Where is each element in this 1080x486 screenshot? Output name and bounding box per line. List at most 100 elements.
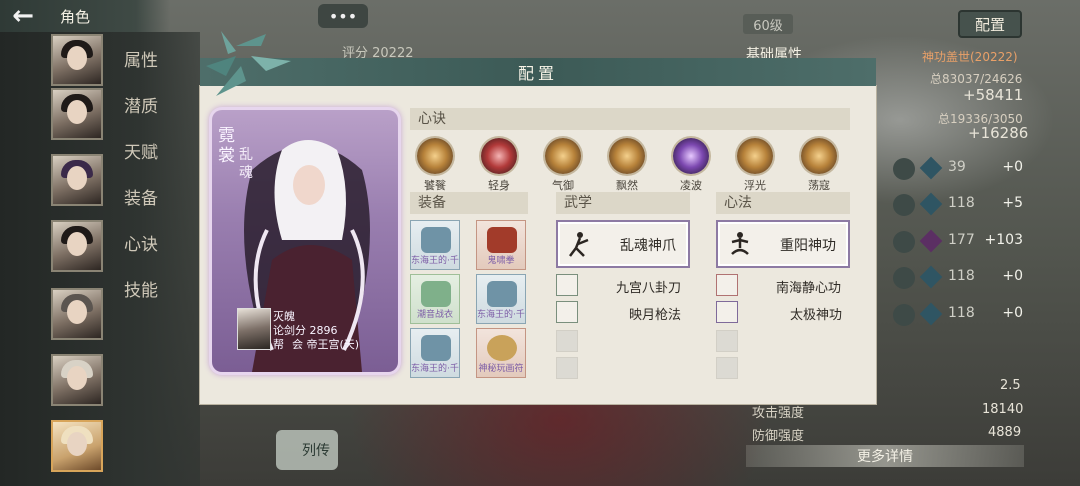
character-avatar[interactable]: [51, 154, 103, 206]
skill-item[interactable]: 饕餮: [415, 138, 455, 193]
stat-value: 118: [948, 195, 975, 211]
empty-slot[interactable]: [556, 330, 578, 352]
skill-item[interactable]: 飘然: [607, 138, 647, 193]
equipment-slot[interactable]: 东海王的·千相: [410, 220, 460, 270]
skill-item[interactable]: 荡寇: [799, 138, 839, 193]
stat-add: +0: [1002, 305, 1023, 321]
character-avatar[interactable]: [51, 288, 103, 340]
chat-bubble-button[interactable]: •••: [318, 4, 368, 28]
menu-xinjue[interactable]: 心诀: [124, 230, 158, 255]
character-avatar[interactable]: [51, 220, 103, 272]
stat-row: 118 +0: [893, 265, 1023, 289]
skill-item[interactable]: 气御: [543, 138, 583, 193]
main-martial-art-slot[interactable]: 乱魂神爪: [556, 220, 690, 268]
stat-add-a: +58411: [963, 86, 1024, 104]
skill-label: 荡寇: [808, 179, 830, 192]
xinfa-heading: 心法: [716, 192, 850, 214]
stat-row: 118 +5: [893, 192, 1023, 216]
stat-add: +5: [1002, 195, 1023, 211]
meditation-pose-icon: [731, 232, 749, 255]
stat-icon: [893, 158, 915, 180]
character-avatar[interactable]: [51, 354, 103, 406]
empty-slot[interactable]: [716, 330, 738, 352]
martial-art-name: 九宫八卦刀: [616, 281, 682, 296]
empty-slot[interactable]: [556, 357, 578, 379]
skill-label: 饕餮: [424, 179, 446, 192]
attack-label: 攻击强度: [752, 406, 805, 421]
stat-value: 118: [948, 305, 975, 321]
qingshen-icon: [481, 138, 517, 174]
skill-label: 轻身: [488, 179, 510, 192]
skill-label: 凌波: [680, 179, 702, 192]
guild-prefix: 帮: [273, 338, 284, 351]
liezhuan-button[interactable]: 列传: [276, 430, 338, 470]
config-button[interactable]: 配置: [958, 10, 1022, 38]
main-heart-method-slot[interactable]: 重阳神功: [716, 220, 850, 268]
sect-name: 霓裳: [218, 126, 235, 166]
menu-talent[interactable]: 天赋: [124, 138, 158, 163]
equipment-heading: 装备: [410, 192, 528, 214]
skill-label: 浮光: [744, 179, 766, 192]
skill-item[interactable]: 浮光: [735, 138, 775, 193]
back-arrow-icon[interactable]: ←: [0, 0, 46, 32]
skill-label: 飘然: [616, 179, 638, 192]
stat-row: 177 +103: [893, 229, 1023, 253]
skill-item[interactable]: 凌波: [671, 138, 711, 193]
skill-item[interactable]: 轻身: [479, 138, 519, 193]
martial-art-name: 映月枪法: [629, 308, 682, 323]
martial-art-slot[interactable]: [556, 274, 578, 296]
stat-value: 177: [948, 232, 975, 248]
main-martial-art-name: 乱魂神爪: [620, 238, 676, 254]
equipment-slot[interactable]: 鬼啸拳: [476, 220, 526, 270]
stat-icon: [893, 231, 915, 253]
equipment-slot[interactable]: 东海王的·千相: [476, 274, 526, 324]
dangkou-icon: [801, 138, 837, 174]
stat-value: 118: [948, 268, 975, 284]
stat-diamond-icon: [919, 156, 943, 180]
guild-name: 会 帝王宫(天): [292, 338, 360, 351]
attack-value: 18140: [982, 402, 1024, 417]
stat-diamond-icon: [919, 265, 943, 289]
character-avatar[interactable]: [51, 34, 103, 86]
defense-value: 4889: [988, 425, 1022, 440]
stat-diamond-icon: [919, 302, 943, 326]
more-details-button[interactable]: 更多详情: [746, 445, 1024, 467]
equipment-label: 潮音战衣: [416, 310, 453, 320]
equipment-slot[interactable]: 东海王的·千相: [410, 328, 460, 378]
rank-text: 神功盖世(20222): [922, 50, 1018, 64]
stat-row: 39 +0: [893, 156, 1023, 180]
equipment-label: 东海王的·千相: [411, 256, 459, 266]
lingbo-icon: [673, 138, 709, 174]
heart-method-name: 太极神功: [790, 308, 843, 323]
character-list-panel: 属性 潜质 天赋 装备 心诀 技能: [0, 32, 200, 486]
boots-icon: [421, 335, 451, 361]
equipment-label: 东海王的·千相: [477, 310, 525, 320]
owner-avatar: [237, 308, 271, 350]
character-avatar[interactable]: [51, 88, 103, 140]
top-bar: ← 角色: [0, 0, 170, 32]
robe-icon: [421, 281, 451, 307]
talisman-icon: [487, 335, 517, 361]
heart-method-slot[interactable]: [716, 301, 738, 323]
martial-art-slot[interactable]: [556, 301, 578, 323]
heart-method-slot[interactable]: [716, 274, 738, 296]
armor-icon: [421, 227, 451, 253]
menu-equipment[interactable]: 装备: [124, 184, 158, 209]
empty-slot[interactable]: [716, 357, 738, 379]
equipment-slot[interactable]: 神秘玩画符: [476, 328, 526, 378]
character-avatar-selected[interactable]: [51, 420, 103, 472]
skill-label: 气御: [552, 179, 574, 192]
menu-potential[interactable]: 潜质: [124, 92, 158, 117]
piaoran-icon: [609, 138, 645, 174]
menu-attributes[interactable]: 属性: [124, 46, 158, 71]
stat-add: +0: [1002, 268, 1023, 284]
menu-skills[interactable]: 技能: [124, 276, 158, 301]
equipment-slot[interactable]: 潮音战衣: [410, 274, 460, 324]
stat-total-a: 总83037/24626: [930, 72, 1023, 86]
defense-label: 防御强度: [752, 429, 805, 444]
equipment-label: 东海王的·千相: [411, 364, 459, 374]
fuguang-icon: [737, 138, 773, 174]
level-badge: 60级: [743, 14, 793, 34]
character-name: 乱魂: [239, 147, 253, 181]
equipment-label: 鬼啸拳: [487, 256, 515, 266]
